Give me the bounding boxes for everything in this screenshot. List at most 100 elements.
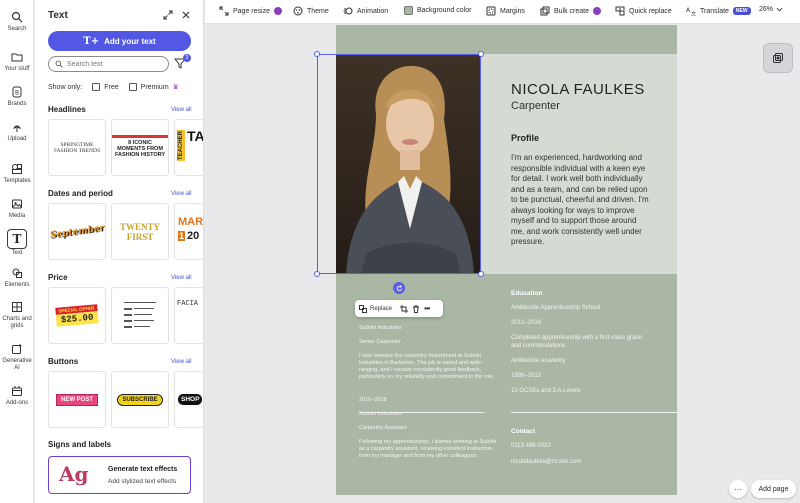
date-template[interactable]: TWENTY FIRST <box>111 203 169 260</box>
view-all-dates[interactable]: View all <box>171 191 192 197</box>
section-divider <box>511 412 677 413</box>
contact-email[interactable]: nicolafaulkes@cv.site.com <box>511 459 651 467</box>
work-dates[interactable]: 2016–2018 <box>359 397 499 404</box>
rail-label: Media <box>8 213 26 219</box>
bulk-create-button[interactable]: Bulk create <box>540 6 602 16</box>
svg-text:文: 文 <box>691 11 696 17</box>
page-resize-button[interactable]: Page resize <box>219 6 282 16</box>
portrait-image <box>336 54 480 274</box>
theme-button[interactable]: Theme <box>293 6 329 16</box>
profile-text[interactable]: I'm an experienced, hardworking and resp… <box>511 153 651 248</box>
education-item[interactable]: 1999–2012 <box>511 373 651 381</box>
button-template[interactable]: NEW POST <box>48 371 106 428</box>
crop-button[interactable] <box>400 304 409 313</box>
button-template[interactable]: SUBSCRIBE <box>111 371 169 428</box>
addons-icon <box>10 384 24 398</box>
work-title[interactable]: Carpentry Assistant <box>359 425 499 432</box>
show-only-filters: Show only: Free Premium ♛ <box>48 83 179 91</box>
side-tool-button[interactable] <box>763 43 793 73</box>
headline-template[interactable]: 8 ICONIC MOMENTS FROM FASHION HISTORY <box>111 119 169 176</box>
rail-item-search[interactable]: Search <box>0 10 34 42</box>
show-only-label: Show only: <box>48 83 83 91</box>
work-description[interactable]: I now oversee the carpentry department a… <box>359 353 499 381</box>
rail-label: Upload <box>7 136 27 142</box>
close-icon[interactable] <box>179 8 193 22</box>
background-color-button[interactable]: Background color <box>404 6 471 15</box>
education-heading[interactable]: Education <box>511 290 542 297</box>
add-page-button[interactable]: Add page <box>751 480 796 498</box>
resize-handle[interactable] <box>314 51 320 57</box>
canvas-area: NICOLA FAULKES Carpenter Profile I'm an … <box>205 25 800 503</box>
price-template[interactable]: SPECIAL OFFER $25.00 <box>48 287 106 344</box>
more-button[interactable]: ··· <box>729 480 747 498</box>
rail-item-templates[interactable]: Templates <box>0 162 34 194</box>
translate-button[interactable]: A文 Translate NEW <box>686 6 751 16</box>
rail-item-media[interactable]: Media <box>0 197 34 229</box>
rail-item-text[interactable]: T Text <box>0 229 34 261</box>
toolbar-label: Background color <box>417 7 472 14</box>
search-icon <box>55 60 63 68</box>
quick-replace-button[interactable]: Quick replace <box>615 6 672 16</box>
resume-name[interactable]: NICOLA FAULKES <box>511 81 645 98</box>
section-divider <box>359 412 484 413</box>
work-company[interactable]: Subrikt Industries <box>359 325 499 332</box>
work-title[interactable]: Senior Carpenter <box>359 339 499 346</box>
expand-icon[interactable] <box>161 8 175 22</box>
headlines-row: SPRINGTIME FASHION TRENDS 8 ICONIC MOMEN… <box>48 119 203 176</box>
view-all-buttons[interactable]: View all <box>171 359 192 365</box>
gen-card-title: Generate text effects <box>108 466 178 473</box>
work-description[interactable]: Following my apprenticeship, I started w… <box>359 439 499 460</box>
more-options-button[interactable]: ••• <box>424 304 430 313</box>
image-context-toolbar: Replace ••• <box>355 300 443 317</box>
resume-role[interactable]: Carpenter <box>511 100 560 112</box>
profile-heading[interactable]: Profile <box>511 133 539 143</box>
contact-heading[interactable]: Contact <box>511 428 535 435</box>
animation-button[interactable]: Animation <box>343 6 388 16</box>
rail-item-generative-ai[interactable]: Generative AI <box>0 342 34 374</box>
charts-icon <box>10 300 24 314</box>
rail-item-charts[interactable]: Charts and grids <box>0 300 34 332</box>
add-your-text-button[interactable]: T+ Add your text <box>48 31 191 51</box>
replace-button[interactable]: Replace <box>359 304 392 313</box>
resume-page[interactable]: NICOLA FAULKES Carpenter Profile I'm an … <box>336 25 677 495</box>
price-template[interactable]: FACIA <box>174 287 203 344</box>
rotate-handle[interactable] <box>393 282 405 294</box>
headline-template[interactable]: TEACHER TA <box>174 119 203 176</box>
contact-phone[interactable]: 0113 496 0010 <box>511 443 651 451</box>
search-icon <box>10 10 24 24</box>
education-item[interactable]: Completed apprenticeship with a first-cl… <box>511 335 651 350</box>
rail-item-your-stuff[interactable]: Your stuff <box>0 50 34 82</box>
view-all-headlines[interactable]: View all <box>171 107 192 113</box>
rail-item-brands[interactable]: B Brands <box>0 85 34 117</box>
media-icon <box>10 197 24 211</box>
free-checkbox[interactable] <box>92 83 101 91</box>
price-row: SPECIAL OFFER $25.00 FACIA <box>48 287 203 344</box>
search-field[interactable] <box>48 56 169 72</box>
portrait-photo[interactable] <box>336 54 480 274</box>
headline-template[interactable]: SPRINGTIME FASHION TRENDS <box>48 119 106 176</box>
resize-handle[interactable] <box>314 271 320 277</box>
crown-icon: ♛ <box>172 84 179 91</box>
price-template[interactable] <box>111 287 169 344</box>
view-all-price[interactable]: View all <box>171 275 192 281</box>
rail-item-upload[interactable]: Upload <box>0 120 34 152</box>
date-template[interactable]: MAR 1 20 <box>174 203 203 260</box>
date-template[interactable]: September <box>48 203 106 260</box>
thumb-text: FIRST <box>126 231 154 242</box>
rail-item-elements[interactable]: Elements <box>0 266 34 298</box>
rail-item-addons[interactable]: Add-ons <box>0 384 34 416</box>
delete-button[interactable] <box>412 305 420 313</box>
education-item[interactable]: Ambleside Academy <box>511 358 651 366</box>
education-item[interactable]: 10 GCSEs and 3 A-Levels <box>511 388 651 396</box>
education-item[interactable]: 2012–2016 <box>511 320 651 328</box>
replace-icon <box>359 304 367 313</box>
button-template[interactable]: SHOP <box>174 371 203 428</box>
thumb-text: TEACHER <box>177 130 185 162</box>
premium-checkbox[interactable] <box>128 83 137 91</box>
education-item[interactable]: Ambleside Apprenticeship School <box>511 305 651 313</box>
search-input[interactable] <box>67 60 162 68</box>
filter-button[interactable]: 2 <box>173 54 191 71</box>
zoom-control[interactable]: 26% <box>759 6 783 13</box>
margins-button[interactable]: Margins <box>486 6 525 16</box>
generate-text-effects-card[interactable]: Ag Generate text effects Add stylized te… <box>48 456 191 494</box>
